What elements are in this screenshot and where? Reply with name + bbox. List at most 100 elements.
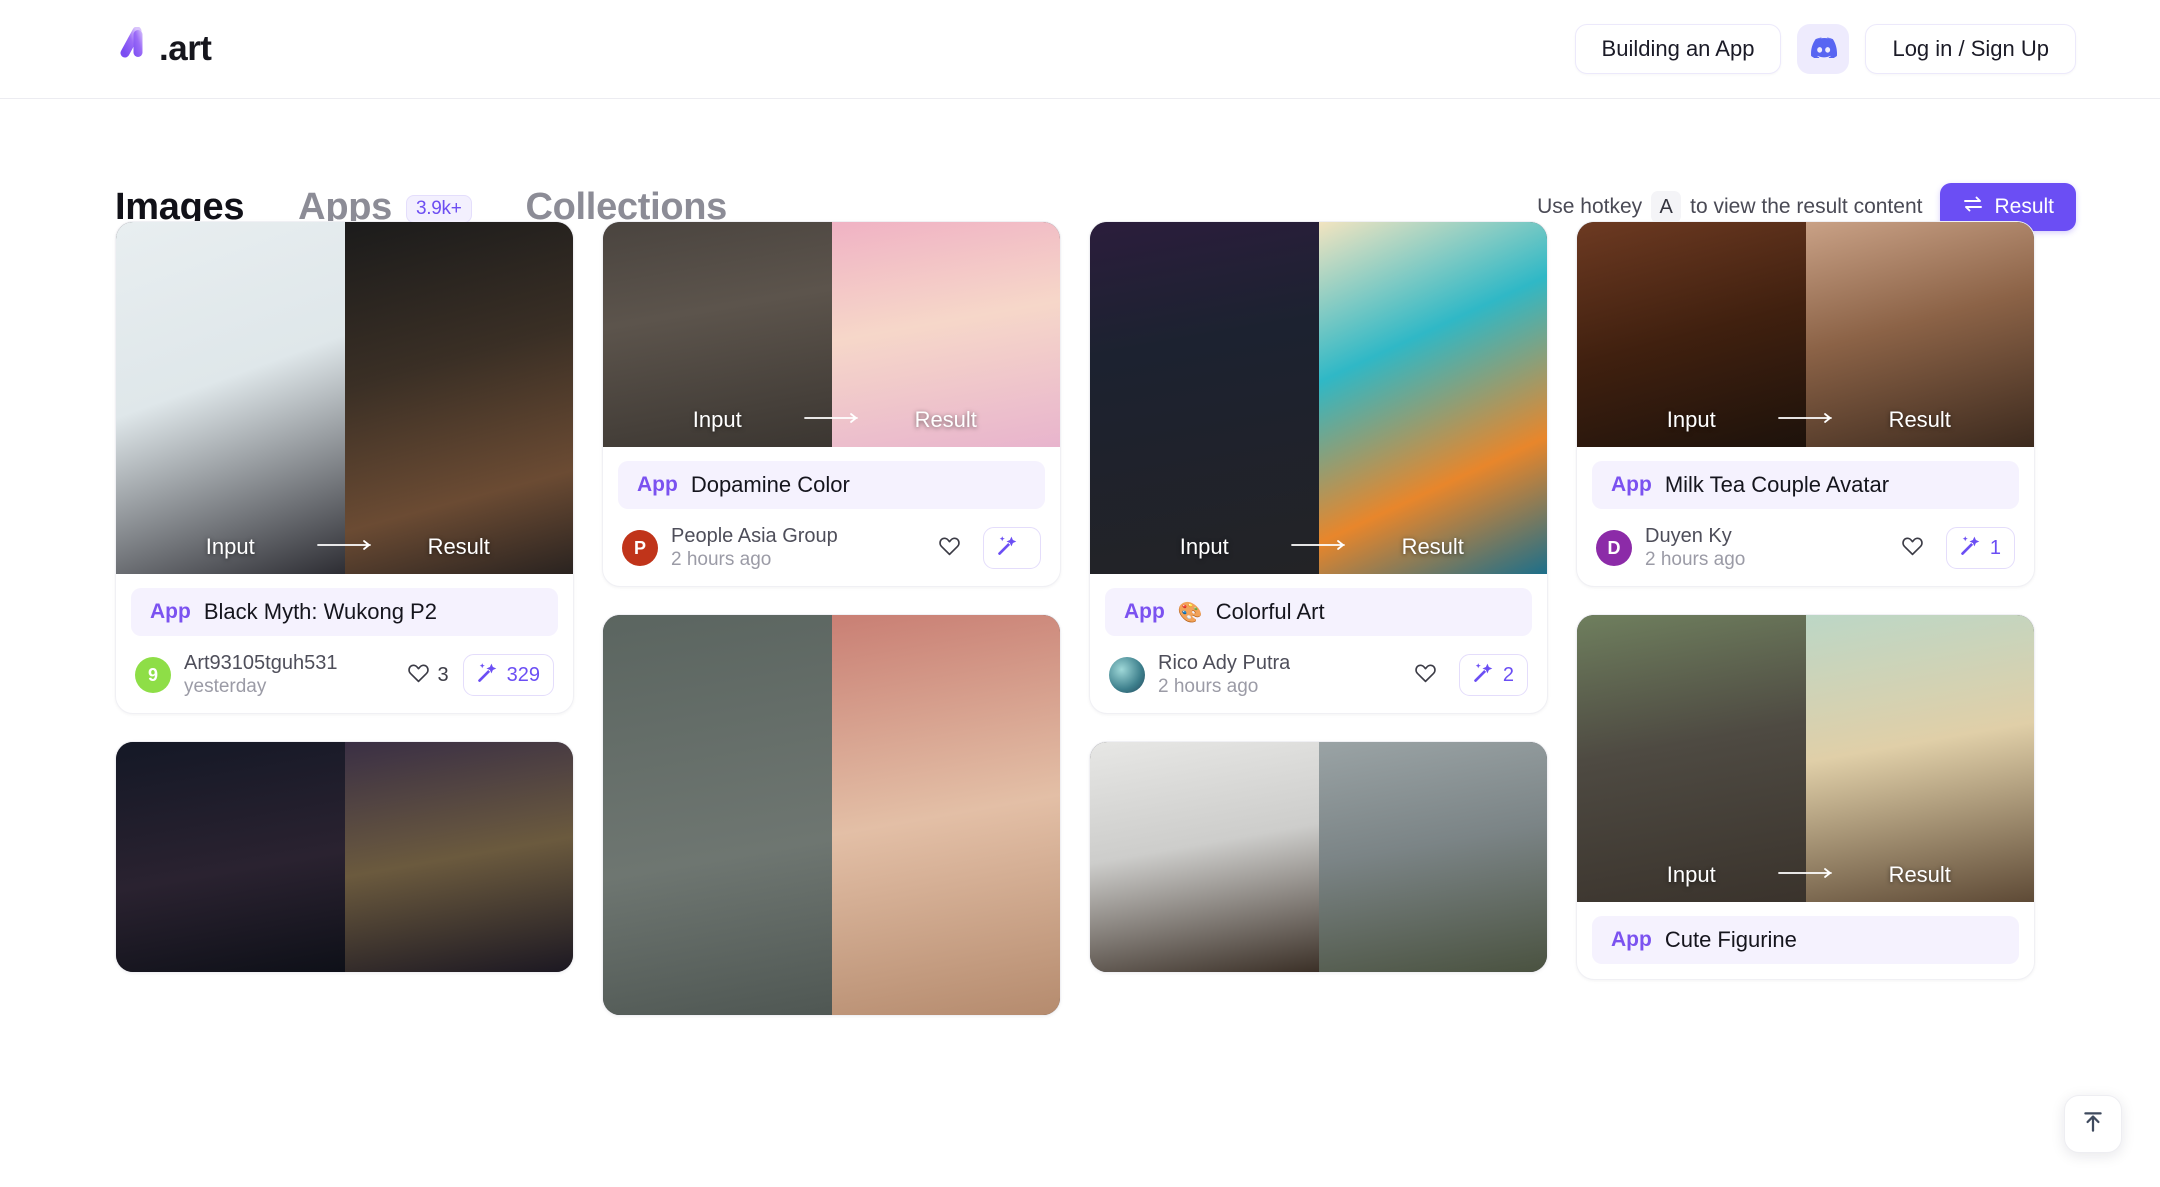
image-card[interactable]: Input Result App Dopamine Color P People…: [602, 221, 1061, 587]
heart-icon: [1901, 535, 1924, 562]
a-art-logo-icon: [115, 27, 157, 71]
card-media[interactable]: [603, 615, 1060, 1015]
card-body: App Dopamine Color P People Asia Group 2…: [603, 447, 1060, 586]
card-meta: 9 Art93105tguh531 yesterday 3 329: [131, 652, 558, 698]
generate-count: 1: [1989, 536, 2001, 559]
hotkey-key-badge: A: [1651, 191, 1682, 223]
app-name: Cute Figurine: [1664, 927, 1797, 952]
grid-column-4: Input Result App Milk Tea Couple Avatar …: [1576, 221, 2035, 1016]
author-name: People Asia Group: [671, 525, 838, 547]
image-card[interactable]: [602, 614, 1061, 1016]
generate-count: 2: [1502, 663, 1514, 686]
app-pill[interactable]: App 🎨 Colorful Art: [1105, 588, 1532, 636]
avatar[interactable]: P: [622, 530, 658, 566]
grid-column-1: Input Result App Black Myth: Wukong P2 9: [115, 221, 574, 1016]
app-name: Milk Tea Couple Avatar: [1664, 472, 1890, 497]
image-card[interactable]: [1089, 741, 1548, 973]
card-media[interactable]: Input Result: [1577, 222, 2034, 447]
app-header: .art Building an App Log in / Sign Up: [0, 0, 2160, 99]
avatar[interactable]: [1109, 657, 1145, 693]
scroll-to-top-button[interactable]: [2064, 1095, 2122, 1153]
avatar[interactable]: D: [1596, 530, 1632, 566]
app-name: Black Myth: Wukong P2: [203, 599, 437, 624]
generate-button[interactable]: 2: [1458, 654, 1528, 696]
app-pill[interactable]: App Cute Figurine: [1592, 916, 2019, 964]
result-image: [831, 222, 1060, 447]
card-media[interactable]: [116, 742, 573, 972]
card-actions: 3 329: [407, 654, 554, 696]
app-pill[interactable]: App Dopamine Color: [618, 461, 1045, 509]
building-an-app-button[interactable]: Building an App: [1574, 24, 1782, 74]
logo-wordmark: .art: [159, 29, 212, 68]
input-image: [1090, 742, 1319, 972]
card-body: App 🎨 Colorful Art Rico Ady Putra 2 hour…: [1090, 574, 1547, 713]
app-pill[interactable]: App Milk Tea Couple Avatar: [1592, 461, 2019, 509]
brand-logo[interactable]: .art: [115, 27, 212, 71]
magic-wand-icon: [997, 534, 1019, 562]
content-tabs: Images Apps 3.9k+ Collections Use hotkey…: [115, 99, 2076, 231]
card-actions: [938, 527, 1041, 569]
card-body: App Black Myth: Wukong P2 9 Art93105tguh…: [116, 574, 573, 713]
author-name: Art93105tguh531: [184, 652, 338, 674]
card-meta: Rico Ady Putra 2 hours ago 2: [1105, 652, 1532, 698]
app-tag: App: [637, 473, 678, 496]
card-meta: D Duyen Ky 2 hours ago 1: [1592, 525, 2019, 571]
card-meta: P People Asia Group 2 hours ago: [618, 525, 1045, 571]
timestamp: yesterday: [184, 675, 267, 697]
tab-apps-badge: 3.9k+: [405, 195, 472, 223]
grid-column-2: Input Result App Dopamine Color P People…: [602, 221, 1061, 1016]
generate-button[interactable]: 329: [462, 654, 554, 696]
card-body: App Cute Figurine: [1577, 902, 2034, 979]
image-card[interactable]: Input Result App Black Myth: Wukong P2 9: [115, 221, 574, 714]
author-block: Art93105tguh531 yesterday: [184, 652, 337, 698]
grid-column-3: Input Result App 🎨 Colorful Art Rico Ady…: [1089, 221, 1548, 1016]
avatar[interactable]: 9: [135, 657, 171, 693]
like-button[interactable]: 3: [407, 662, 449, 689]
like-button[interactable]: [1414, 662, 1445, 689]
input-image: [1090, 222, 1319, 574]
hotkey-prefix: Use hotkey: [1537, 195, 1643, 218]
result-image: [1805, 222, 2034, 447]
app-tag: App: [1124, 600, 1165, 623]
image-card[interactable]: Input Result App Cute Figurine: [1576, 614, 2035, 980]
result-image: [344, 742, 573, 972]
magic-wand-icon: [1960, 534, 1982, 562]
card-media[interactable]: Input Result: [1577, 615, 2034, 902]
heart-icon: [1414, 662, 1437, 689]
image-card[interactable]: [115, 741, 574, 973]
app-name: Colorful Art: [1215, 599, 1325, 624]
login-signup-button[interactable]: Log in / Sign Up: [1865, 24, 2076, 74]
app-tag: App: [150, 600, 191, 623]
generate-button[interactable]: [983, 527, 1041, 569]
image-card[interactable]: Input Result App 🎨 Colorful Art Rico Ady…: [1089, 221, 1548, 714]
timestamp: 2 hours ago: [1158, 675, 1259, 697]
card-media[interactable]: Input Result: [603, 222, 1060, 447]
discord-icon: [1810, 37, 1837, 61]
discord-button[interactable]: [1797, 24, 1850, 74]
generate-count: 329: [506, 663, 540, 686]
image-masonry-grid: Input Result App Black Myth: Wukong P2 9: [115, 221, 2076, 1016]
generate-button[interactable]: 1: [1945, 527, 2015, 569]
like-button[interactable]: [938, 535, 969, 562]
result-image: [1318, 742, 1547, 972]
card-body: App Milk Tea Couple Avatar D Duyen Ky 2 …: [1577, 447, 2034, 586]
timestamp: 2 hours ago: [671, 548, 772, 570]
author-block: Rico Ady Putra 2 hours ago: [1158, 652, 1290, 698]
app-pill[interactable]: App Black Myth: Wukong P2: [131, 588, 558, 636]
input-image: [603, 222, 832, 447]
card-media[interactable]: Input Result: [116, 222, 573, 574]
magic-wand-icon: [1473, 661, 1495, 689]
card-media[interactable]: Input Result: [1090, 222, 1547, 574]
result-image: [831, 615, 1060, 1015]
author-block: People Asia Group 2 hours ago: [671, 525, 838, 571]
image-card[interactable]: Input Result App Milk Tea Couple Avatar …: [1576, 221, 2035, 587]
heart-icon: [938, 535, 961, 562]
input-image: [116, 742, 345, 972]
like-button[interactable]: [1901, 535, 1932, 562]
heart-icon: [407, 662, 430, 689]
like-count: 3: [437, 663, 449, 686]
author-name: Duyen Ky: [1645, 525, 1732, 547]
hotkey-suffix: to view the result content: [1690, 195, 1923, 218]
result-image: [1805, 615, 2034, 902]
card-media[interactable]: [1090, 742, 1547, 972]
